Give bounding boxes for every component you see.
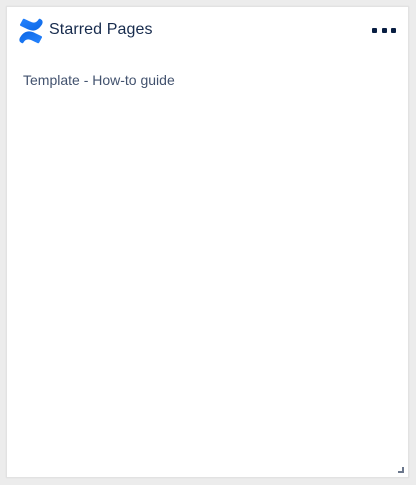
starred-pages-widget: Starred Pages Template - How-to guide bbox=[6, 6, 409, 478]
starred-pages-list: Template - How-to guide bbox=[23, 70, 392, 90]
more-horizontal-icon-dot-2 bbox=[381, 27, 387, 33]
more-horizontal-icon bbox=[372, 27, 377, 33]
more-options-button[interactable] bbox=[372, 20, 396, 40]
starred-page-link[interactable]: Template - How-to guide bbox=[23, 70, 392, 90]
widget-header: Starred Pages bbox=[7, 7, 408, 53]
confluence-logo-icon bbox=[19, 18, 43, 44]
more-horizontal-icon-dot-3 bbox=[391, 27, 396, 33]
resize-handle[interactable] bbox=[398, 467, 404, 473]
widget-title: Starred Pages bbox=[49, 21, 153, 38]
